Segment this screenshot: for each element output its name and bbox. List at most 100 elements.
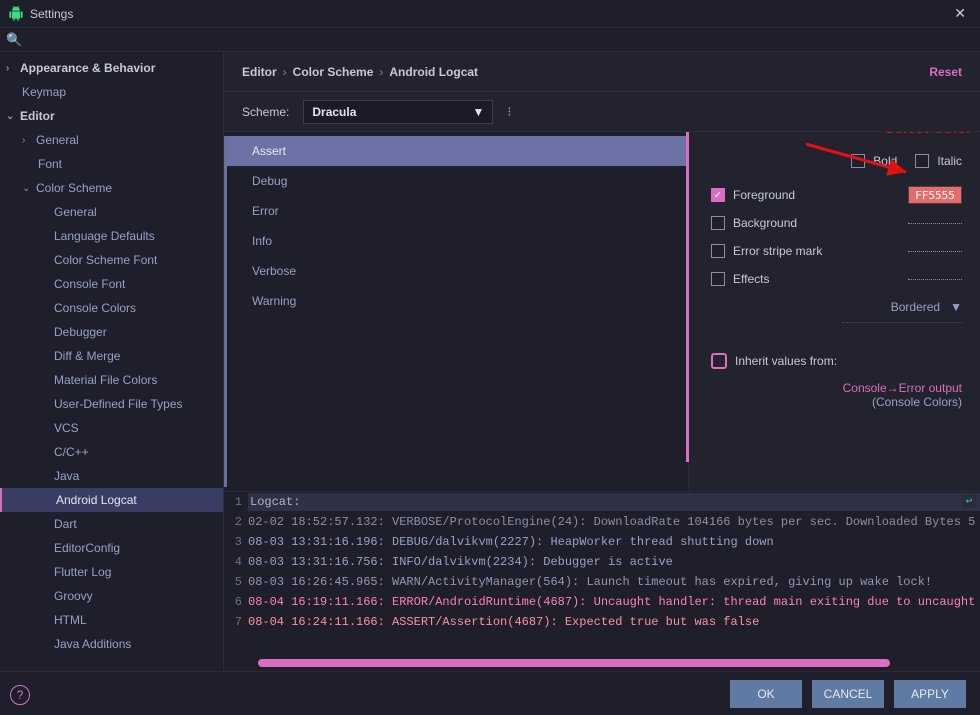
crumb-color-scheme[interactable]: Color Scheme <box>293 65 374 79</box>
sidebar-item-console-font[interactable]: Console Font <box>0 272 223 296</box>
sidebar-item-label: Java <box>54 469 79 483</box>
search-row[interactable]: 🔍 <box>0 28 980 52</box>
sidebar-item-font[interactable]: Font <box>0 152 223 176</box>
preview-line: 08-04 16:19:11.166: ERROR/AndroidRuntime… <box>248 595 975 609</box>
sidebar-item-html[interactable]: HTML <box>0 608 223 632</box>
chevron-icon: › <box>6 63 16 74</box>
bold-checkbox[interactable] <box>851 154 865 168</box>
effects-color-slot[interactable] <box>908 279 962 280</box>
android-icon <box>8 6 24 22</box>
background-color-slot[interactable] <box>908 223 962 224</box>
sidebar-item-label: EditorConfig <box>54 541 120 555</box>
help-icon[interactable]: ? <box>10 685 30 705</box>
sidebar-item-editor[interactable]: ⌄ Editor <box>0 104 223 128</box>
sidebar-item-label: Editor <box>20 109 55 123</box>
sidebar-item-flutter-log[interactable]: Flutter Log <box>0 560 223 584</box>
sidebar-item-label: HTML <box>54 613 87 627</box>
crumb-editor[interactable]: Editor <box>242 65 277 79</box>
sidebar-item-general[interactable]: › General <box>0 128 223 152</box>
title-bar: Settings ✕ <box>0 0 980 28</box>
inherit-label: Inherit values from: <box>735 354 837 368</box>
scheme-label: Scheme: <box>242 105 289 119</box>
level-item-debug[interactable]: Debug <box>224 166 688 196</box>
sidebar-item-editorconfig[interactable]: EditorConfig <box>0 536 223 560</box>
level-item-assert[interactable]: Assert <box>224 136 688 166</box>
crumb-android-logcat[interactable]: Android Logcat <box>389 65 478 79</box>
scheme-select[interactable]: Dracula ▼ <box>303 100 493 124</box>
inherit-checkbox[interactable] <box>711 353 727 369</box>
level-item-warning[interactable]: Warning <box>224 286 688 316</box>
sidebar-item-label: Debugger <box>54 325 107 339</box>
sidebar-item-c-c-[interactable]: C/C++ <box>0 440 223 464</box>
scheme-gear-button[interactable]: ⁝ <box>507 104 511 120</box>
scheme-value: Dracula <box>312 105 356 119</box>
effects-checkbox[interactable] <box>711 272 725 286</box>
chevron-icon: ⌄ <box>22 183 32 194</box>
chevron-icon: › <box>22 135 32 146</box>
bold-label: Bold <box>873 154 897 168</box>
settings-tree[interactable]: › Appearance & Behavior Keymap ⌄ Editor › Gene… <box>0 52 224 671</box>
foreground-checkbox[interactable]: ✓ <box>711 188 725 202</box>
sidebar-item-debugger[interactable]: Debugger <box>0 320 223 344</box>
sidebar-item-label: Appearance & Behavior <box>20 61 155 75</box>
background-checkbox[interactable] <box>711 216 725 230</box>
scheme-row: Scheme: Dracula ▼ ⁝ <box>224 92 980 132</box>
sidebar-item-appearance-behavior[interactable]: › Appearance & Behavior <box>0 56 223 80</box>
sidebar-item-label: Dart <box>54 517 77 531</box>
error-stripe-label: Error stripe mark <box>733 244 908 258</box>
sidebar-item-label: Diff & Merge <box>54 349 120 363</box>
preview-h-scrollbar[interactable] <box>258 659 890 667</box>
inherit-link-sub: (Console Colors) <box>872 395 962 409</box>
sidebar-item-label: Flutter Log <box>54 565 111 579</box>
annotation-select-color: Select Color <box>884 132 972 137</box>
chevron-icon: ⌄ <box>6 111 16 122</box>
ok-button[interactable]: OK <box>730 680 802 708</box>
close-icon[interactable]: ✕ <box>948 3 972 24</box>
level-item-error[interactable]: Error <box>224 196 688 226</box>
sidebar-item-label: Material File Colors <box>54 373 157 387</box>
sidebar-item-label: General <box>36 133 79 147</box>
sidebar-item-console-colors[interactable]: Console Colors <box>0 296 223 320</box>
inherit-link[interactable]: Console→Error output <box>843 381 962 395</box>
color-props-panel: Select Color Bold Italic ✓ Foreground FF… <box>689 132 980 491</box>
sidebar-item-java[interactable]: Java <box>0 464 223 488</box>
preview-line: 08-03 13:31:16.756: INFO/dalvikvm(2234):… <box>248 555 673 569</box>
sidebar-item-dart[interactable]: Dart <box>0 512 223 536</box>
background-label: Background <box>733 216 908 230</box>
sidebar-item-keymap[interactable]: Keymap <box>0 80 223 104</box>
sidebar-item-vcs[interactable]: VCS <box>0 416 223 440</box>
cancel-button[interactable]: CANCEL <box>812 680 884 708</box>
preview-line: 02-02 18:52:57.132: VERBOSE/ProtocolEngi… <box>248 515 975 529</box>
sidebar-item-label: Groovy <box>54 589 93 603</box>
sidebar-item-diff-merge[interactable]: Diff & Merge <box>0 344 223 368</box>
sidebar-item-material-file-colors[interactable]: Material File Colors <box>0 368 223 392</box>
sidebar-item-label: General <box>54 205 97 219</box>
sidebar-item-label: Language Defaults <box>54 229 155 243</box>
level-item-verbose[interactable]: Verbose <box>224 256 688 286</box>
dialog-footer: OK CANCEL APPLY <box>0 671 980 715</box>
chevron-down-icon: ▼ <box>950 300 962 314</box>
preview-title: Logcat: <box>248 493 980 511</box>
reset-link[interactable]: Reset <box>929 65 962 79</box>
sidebar-item-language-defaults[interactable]: Language Defaults <box>0 224 223 248</box>
soft-wrap-icon[interactable]: ↩ <box>962 494 976 508</box>
level-item-info[interactable]: Info <box>224 226 688 256</box>
italic-checkbox[interactable] <box>915 154 929 168</box>
sidebar-item-label: Console Font <box>54 277 125 291</box>
log-levels-list[interactable]: AssertDebugErrorInfoVerboseWarning <box>224 132 689 491</box>
error-stripe-checkbox[interactable] <box>711 244 725 258</box>
sidebar-item-color-scheme-font[interactable]: Color Scheme Font <box>0 248 223 272</box>
sidebar-item-color-scheme[interactable]: ⌄ Color Scheme <box>0 176 223 200</box>
sidebar-item-android-logcat[interactable]: Android Logcat <box>0 488 223 512</box>
apply-button[interactable]: APPLY <box>894 680 966 708</box>
sidebar-item-label: Color Scheme <box>36 181 112 195</box>
search-icon: 🔍 <box>6 32 22 48</box>
effects-type-select[interactable]: Bordered <box>891 300 940 314</box>
italic-label: Italic <box>937 154 962 168</box>
sidebar-item-java-additions[interactable]: Java Additions <box>0 632 223 656</box>
foreground-color-swatch[interactable]: FF5555 <box>908 186 962 204</box>
sidebar-item-groovy[interactable]: Groovy <box>0 584 223 608</box>
error-stripe-color-slot[interactable] <box>908 251 962 252</box>
sidebar-item-user-defined-file-types[interactable]: User-Defined File Types <box>0 392 223 416</box>
sidebar-item-general[interactable]: General <box>0 200 223 224</box>
